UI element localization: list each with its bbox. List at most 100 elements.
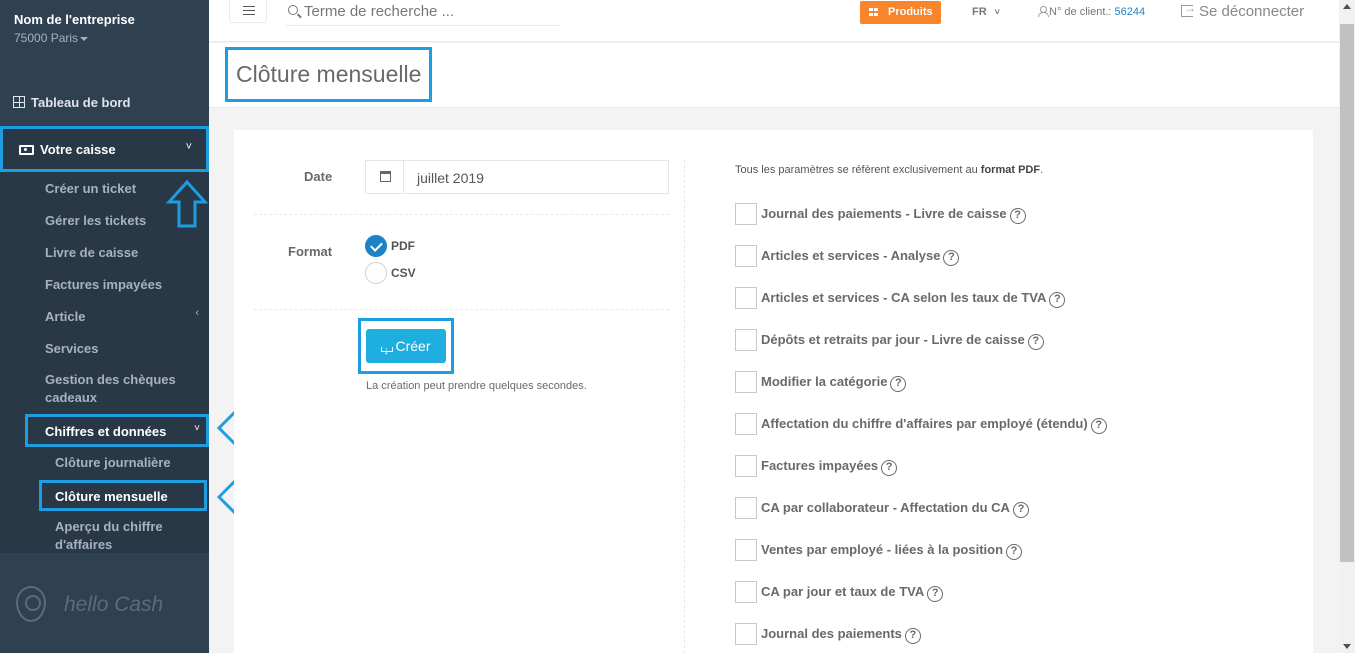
param-checkbox[interactable]	[735, 413, 757, 435]
scroll-up-icon[interactable]	[1343, 4, 1351, 9]
help-icon[interactable]: ?	[1009, 208, 1026, 224]
chevron-left-icon: ‹	[195, 307, 199, 319]
param-checkbox[interactable]	[735, 287, 757, 309]
help-icon[interactable]: ?	[881, 460, 898, 476]
date-label: Date	[304, 169, 333, 184]
chevron-down-icon: ˅	[994, 7, 1000, 17]
sidebar-item-livre-caisse[interactable]: Livre de caisse	[45, 245, 138, 260]
sidebar-item-creer-ticket[interactable]: Créer un ticket	[45, 181, 136, 196]
param-checkbox[interactable]	[735, 581, 757, 603]
help-icon[interactable]: ?	[1090, 418, 1107, 434]
format-label: Format	[288, 244, 333, 259]
param-label: CA par jour et taux de TVA	[761, 584, 925, 599]
scrollbar-thumb[interactable]	[1340, 24, 1354, 562]
format-pdf-label: PDF	[391, 239, 415, 253]
sidebar-item-chiffres[interactable]: Chiffres et données ˅	[25, 414, 209, 447]
sidebar-item-apercu-ca[interactable]: Aperçu du chiffre d'affaires	[55, 518, 195, 554]
param-checkbox[interactable]	[735, 371, 757, 393]
param-label: Dépôts et retraits par jour - Livre de c…	[761, 332, 1025, 347]
sidebar-item-cloture-journaliere[interactable]: Clôture journalière	[55, 455, 171, 470]
create-button[interactable]: Créer	[366, 329, 446, 368]
logout-button[interactable]: Se déconnecter	[1181, 1, 1304, 20]
help-icon[interactable]: ?	[943, 250, 960, 266]
param-checkbox[interactable]	[735, 455, 757, 477]
format-csv-radio[interactable]	[365, 262, 387, 284]
sidebar-item-dashboard[interactable]: Tableau de bord	[13, 95, 130, 110]
param-label: Articles et services - CA selon les taux…	[761, 290, 1047, 305]
date-value: juillet 2019	[417, 170, 484, 186]
sidebar-item-cloture-mensuelle[interactable]: Clôture mensuelle	[39, 480, 207, 511]
location-pin-icon	[16, 586, 46, 622]
sidebar: Nom de l'entreprise 75000 Paris Tableau …	[0, 0, 209, 653]
grid-icon	[869, 8, 879, 17]
help-icon[interactable]: ?	[927, 586, 944, 602]
company-city: 75000 Paris	[14, 31, 79, 45]
param-checkbox[interactable]	[735, 623, 757, 645]
param-label: Journal des paiements	[761, 626, 902, 641]
page-title: Clôture mensuelle	[225, 47, 433, 102]
help-icon[interactable]: ?	[890, 376, 907, 392]
param-label: Modifier la catégorie	[761, 374, 888, 389]
format-pdf-radio[interactable]	[365, 235, 387, 257]
param-label: Ventes par employé - liées à la position	[761, 542, 1004, 557]
param-label: Articles et services - Analyse	[761, 248, 941, 263]
create-note: La création peut prendre quelques second…	[366, 380, 587, 392]
param-label: Affectation du chiffre d'affaires par em…	[761, 416, 1088, 431]
sidebar-item-article[interactable]: Article	[45, 309, 85, 324]
sidebar-item-label: Votre caisse	[40, 142, 116, 157]
sign-out-icon	[1181, 1, 1196, 17]
param-checkbox[interactable]	[735, 245, 757, 267]
help-icon[interactable]: ?	[1006, 544, 1023, 560]
sidebar-item-caisse[interactable]: Votre caisse ˅	[0, 126, 209, 172]
page-header: Clôture mensuelle	[209, 43, 1339, 108]
help-icon[interactable]: ?	[1027, 334, 1044, 350]
search-input[interactable]	[304, 1, 554, 21]
client-number: N° de client.: 56244	[1038, 6, 1145, 18]
produits-button[interactable]: Produits	[860, 1, 941, 24]
param-label: CA par collaborateur - Affectation du CA	[761, 500, 1010, 515]
annotation-arrow-up-icon	[166, 180, 208, 228]
menu-toggle-button[interactable]	[229, 0, 267, 23]
param-checkbox[interactable]	[735, 539, 757, 561]
scrollbar[interactable]	[1339, 0, 1355, 653]
caret-down-icon	[80, 36, 89, 41]
chevron-down-icon: ˅	[185, 141, 192, 153]
sidebar-item-services[interactable]: Services	[45, 341, 99, 356]
client-number-link[interactable]: 56244	[1115, 6, 1146, 18]
format-csv-label: CSV	[391, 266, 416, 280]
param-label: Journal des paiements - Livre de caisse	[761, 206, 1007, 221]
sidebar-item-factures-impayees[interactable]: Factures impayées	[45, 277, 162, 292]
param-checkbox[interactable]	[735, 329, 757, 351]
language-selector[interactable]: FR ˅	[972, 6, 1000, 18]
help-icon[interactable]: ?	[1049, 292, 1066, 308]
cloture-form-panel: Date juillet 2019 Format PDF CSV Créer L…	[234, 130, 1313, 653]
param-checkbox[interactable]	[735, 497, 757, 519]
help-icon[interactable]: ?	[904, 628, 921, 644]
divider	[254, 214, 669, 215]
top-bar: Produits FR˅ N° de client.: 56244 Se déc…	[209, 0, 1339, 42]
scroll-down-icon[interactable]	[1343, 644, 1351, 649]
grid-icon	[13, 96, 25, 108]
company-name: Nom de l'entreprise	[14, 12, 135, 27]
date-field[interactable]: juillet 2019	[365, 160, 669, 194]
sidebar-item-label: Chiffres et données	[45, 424, 167, 439]
params-note: Tous les paramètres se réfèrent exclusiv…	[735, 164, 1044, 176]
download-icon	[381, 334, 394, 368]
search-box	[286, 0, 559, 26]
chevron-down-icon: ˅	[194, 423, 200, 434]
sidebar-item-label: Clôture mensuelle	[55, 489, 168, 504]
money-icon	[19, 145, 34, 155]
create-button-highlight: Créer	[358, 318, 454, 374]
divider	[254, 309, 669, 310]
help-icon[interactable]: ?	[1012, 502, 1029, 518]
param-checkbox[interactable]	[735, 203, 757, 225]
search-icon	[288, 5, 298, 15]
sidebar-item-cheques-cadeaux[interactable]: Gestion des chèques cadeaux	[45, 371, 195, 407]
hellocash-logo: hello Cash	[16, 586, 176, 626]
param-label: Factures impayées	[761, 458, 879, 473]
logo-text: hello Cash	[64, 593, 164, 616]
calendar-icon	[380, 171, 391, 182]
sidebar-item-gerer-tickets[interactable]: Gérer les tickets	[45, 213, 146, 228]
vertical-divider	[684, 160, 685, 653]
company-switcher[interactable]: Nom de l'entreprise 75000 Paris	[14, 12, 135, 45]
